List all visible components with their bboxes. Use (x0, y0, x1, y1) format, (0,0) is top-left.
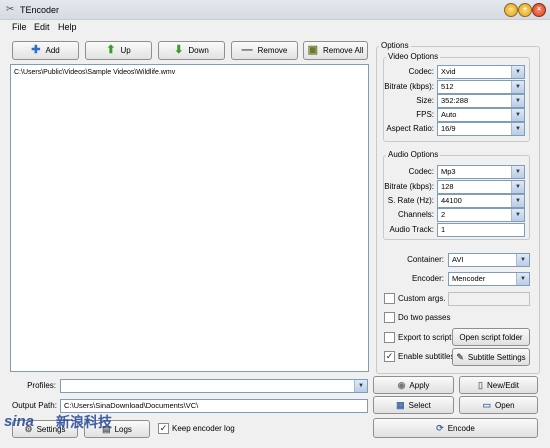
new-document-icon: ▯ (478, 379, 483, 390)
close-button[interactable]: × (532, 3, 546, 17)
plus-icon: ✚ (31, 44, 41, 56)
video-aspect-label: Aspect Ratio: (386, 124, 434, 133)
chevron-down-icon: ▼ (511, 181, 524, 193)
profiles-label: Profiles: (27, 381, 56, 390)
export-script-label: Export to script (398, 333, 452, 342)
arrow-down-icon: ⬇ (174, 44, 184, 56)
menu-edit[interactable]: Edit (34, 22, 50, 33)
audio-channels-label: Channels: (397, 210, 434, 219)
two-passes-checkbox[interactable] (384, 312, 395, 323)
apply-button[interactable]: ◉ Apply (373, 376, 454, 394)
sina-watermark-text: 新浪科技 (56, 414, 112, 430)
container-label: Container: (407, 255, 444, 264)
apply-icon: ◉ (397, 379, 406, 390)
audio-codec-select[interactable]: Mp3 ▼ (437, 165, 525, 179)
audio-track-input[interactable]: 1 (437, 223, 525, 237)
new-edit-button[interactable]: ▯ New/Edit (459, 376, 538, 394)
chevron-down-icon: ▼ (511, 81, 524, 93)
audio-srate-select[interactable]: 44100 ▼ (437, 194, 525, 208)
audio-bitrate-select[interactable]: 128 ▼ (437, 180, 525, 194)
encode-button[interactable]: ⟳ Encode (373, 418, 538, 438)
audio-options-title: Audio Options (386, 150, 441, 160)
subtitles-label: Enable subtitles (398, 352, 455, 361)
video-size-select[interactable]: 352:288 ▼ (437, 94, 525, 108)
subtitle-settings-button[interactable]: ✎ Subtitle Settings (452, 348, 530, 366)
video-bitrate-select[interactable]: 512 ▼ (437, 80, 525, 94)
add-button[interactable]: ✚ Add (12, 41, 79, 60)
encode-icon: ⟳ (436, 422, 444, 433)
list-item[interactable]: C:\Users\Public\Videos\Sample Videos\Wil… (14, 68, 175, 78)
video-codec-select[interactable]: Xvid ▼ (437, 65, 525, 79)
audio-bitrate-label: Bitrate (kbps): (384, 182, 434, 191)
audio-channels-select[interactable]: 2 ▼ (437, 208, 525, 222)
audio-track-label: Audio Track: (389, 225, 434, 234)
encoder-label: Encoder: (411, 274, 444, 283)
chevron-down-icon: ▼ (354, 380, 367, 392)
container-select[interactable]: AVI ▼ (448, 253, 530, 267)
chevron-down-icon: ▼ (511, 166, 524, 178)
up-button[interactable]: ⬆ Up (85, 41, 152, 60)
down-button[interactable]: ⬇ Down (158, 41, 225, 60)
keep-log-checkbox[interactable]: ✓ (158, 423, 169, 434)
chevron-down-icon: ▼ (511, 95, 524, 107)
export-script-checkbox[interactable] (384, 332, 395, 343)
audio-srate-label: S. Rate (Hz): (387, 196, 434, 205)
select-icon: ▦ (396, 399, 405, 410)
wrench-icon: ✎ (456, 351, 464, 362)
menu-file[interactable]: File (12, 22, 27, 33)
chevron-down-icon: ▼ (511, 109, 524, 121)
custom-args-checkbox[interactable] (384, 293, 395, 304)
title-bar (0, 0, 550, 20)
output-path-label: Output Path: (12, 401, 57, 410)
remove-all-button[interactable]: ▣ Remove All (303, 41, 368, 60)
video-bitrate-label: Bitrate (kbps): (384, 82, 434, 91)
clear-icon: ▣ (307, 44, 318, 56)
output-path-input[interactable]: C:\Users\SinaDownload\Documents\VC\ (60, 399, 368, 413)
chevron-down-icon: ▼ (511, 66, 524, 78)
audio-codec-label: Codec: (408, 167, 434, 176)
chevron-down-icon: ▼ (511, 195, 524, 207)
encoder-select[interactable]: Mencoder ▼ (448, 272, 530, 286)
window-title: TEncoder (20, 5, 60, 15)
subtitles-checkbox[interactable]: ✓ (384, 351, 395, 362)
minus-icon: — (241, 44, 253, 56)
custom-args-label: Custom args. (398, 294, 446, 303)
two-passes-label: Do two passes (398, 313, 451, 322)
select-button[interactable]: ▦ Select (373, 396, 454, 414)
file-list[interactable]: C:\Users\Public\Videos\Sample Videos\Wil… (10, 64, 369, 372)
video-fps-select[interactable]: Auto ▼ (437, 108, 525, 122)
video-fps-label: FPS: (416, 110, 434, 119)
video-aspect-select[interactable]: 16/9 ▼ (437, 122, 525, 136)
chevron-down-icon: ▼ (511, 123, 524, 135)
options-title: Options (379, 41, 411, 51)
folder-icon: ▭ (482, 399, 491, 410)
menu-help[interactable]: Help (58, 22, 77, 33)
app-icon: ✂ (6, 4, 15, 15)
video-size-label: Size: (416, 96, 434, 105)
chevron-down-icon: ▼ (516, 254, 529, 266)
chevron-down-icon: ▼ (516, 273, 529, 285)
video-codec-label: Codec: (408, 67, 434, 76)
chevron-down-icon: ▼ (511, 209, 524, 221)
minimize-button[interactable]: – (504, 3, 518, 17)
sina-watermark-logo: sina (4, 413, 35, 430)
maximize-button[interactable]: + (518, 3, 532, 17)
remove-button[interactable]: — Remove (231, 41, 298, 60)
video-options-title: Video Options (386, 52, 441, 62)
open-button[interactable]: ▭ Open (459, 396, 538, 414)
custom-args-input[interactable] (448, 292, 530, 306)
arrow-up-icon: ⬆ (106, 44, 116, 56)
profiles-select[interactable]: ▼ (60, 379, 368, 393)
keep-log-label: Keep encoder log (172, 424, 235, 433)
open-script-folder-button[interactable]: Open script folder (452, 328, 530, 346)
